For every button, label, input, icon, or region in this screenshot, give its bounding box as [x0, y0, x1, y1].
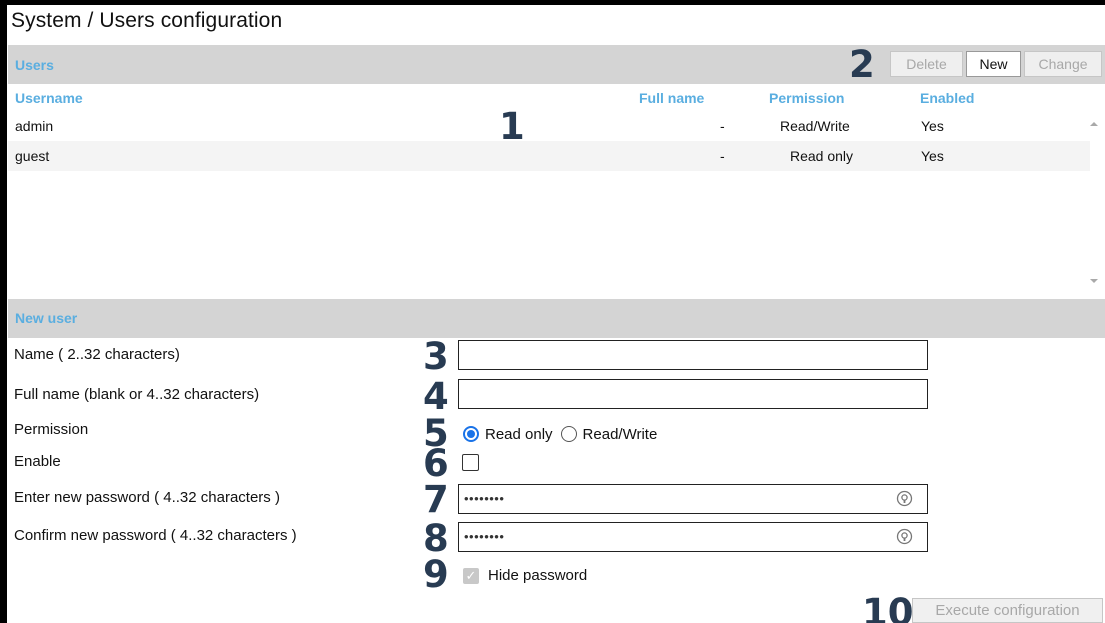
- permission-label: Permission: [14, 421, 89, 438]
- cell-permission: Read only: [790, 148, 854, 164]
- users-section-label: Users: [15, 57, 54, 73]
- radio-read-write-label[interactable]: Read/Write: [583, 426, 658, 443]
- change-button[interactable]: Change: [1024, 51, 1102, 77]
- column-header-enabled[interactable]: Enabled: [920, 90, 974, 106]
- name-label: Name ( 2..32 characters): [14, 346, 180, 363]
- cell-fullname: -: [720, 148, 725, 164]
- enable-label: Enable: [14, 453, 61, 470]
- eye-icon[interactable]: [896, 528, 913, 545]
- fullname-input[interactable]: [458, 379, 928, 409]
- radio-read-only-label[interactable]: Read only: [485, 426, 553, 443]
- cell-fullname: -: [720, 118, 725, 134]
- window-border-left: [0, 0, 7, 623]
- confirm-password-label: Confirm new password ( 4..32 characters …: [14, 527, 297, 544]
- callout-9: 9: [423, 553, 449, 596]
- hide-password-checkbox[interactable]: ✓: [463, 568, 479, 584]
- new-user-section-header: New user: [8, 299, 1105, 338]
- execute-configuration-button[interactable]: Execute configuration: [912, 598, 1103, 623]
- app-window: System / Users configuration Users 2 Del…: [0, 0, 1105, 623]
- cell-enabled: Yes: [921, 118, 944, 134]
- password-input[interactable]: ••••••••: [458, 484, 928, 514]
- confirm-password-input[interactable]: ••••••••: [458, 522, 928, 552]
- window-border-top: [0, 0, 1105, 5]
- callout-3: 3: [423, 335, 449, 378]
- new-button[interactable]: New: [966, 51, 1021, 77]
- cell-username: guest: [15, 148, 50, 164]
- radio-read-write[interactable]: [560, 426, 577, 442]
- scroll-down-arrow-icon[interactable]: [1089, 276, 1099, 286]
- column-header-fullname[interactable]: Full name: [639, 90, 704, 106]
- page-title: System / Users configuration: [11, 9, 283, 32]
- cell-enabled: Yes: [921, 148, 944, 164]
- callout-6: 6: [423, 442, 449, 485]
- name-input[interactable]: [458, 340, 928, 370]
- eye-icon[interactable]: [896, 490, 913, 507]
- password-label: Enter new password ( 4..32 characters ): [14, 489, 280, 506]
- table-row[interactable]: admin - Read/Write Yes: [8, 111, 1090, 141]
- callout-10: 10: [862, 591, 914, 623]
- callout-4: 4: [423, 375, 449, 418]
- fullname-label: Full name (blank or 4..32 characters): [14, 386, 260, 403]
- new-user-section-label: New user: [15, 310, 78, 326]
- permission-radio-group: Read only Read/Write: [463, 424, 665, 444]
- cell-username: admin: [15, 118, 54, 134]
- table-row[interactable]: guest - Read only Yes: [8, 141, 1090, 171]
- radio-read-only[interactable]: [463, 426, 479, 442]
- column-header-permission[interactable]: Permission: [769, 90, 844, 106]
- users-table: Username Full name Permission Enabled ad…: [8, 84, 1105, 295]
- callout-2: 2: [849, 43, 875, 86]
- cell-permission: Read/Write: [780, 118, 850, 134]
- confirm-password-mask: ••••••••: [464, 529, 505, 544]
- password-mask: ••••••••: [464, 491, 505, 506]
- hide-password-label: Hide password: [488, 567, 588, 584]
- callout-7: 7: [423, 478, 449, 521]
- callout-1: 1: [499, 105, 525, 148]
- column-header-username[interactable]: Username: [15, 90, 83, 106]
- delete-button[interactable]: Delete: [890, 51, 963, 77]
- scroll-up-arrow-icon[interactable]: [1089, 119, 1099, 129]
- enable-checkbox[interactable]: [462, 454, 479, 471]
- callout-8: 8: [423, 517, 449, 560]
